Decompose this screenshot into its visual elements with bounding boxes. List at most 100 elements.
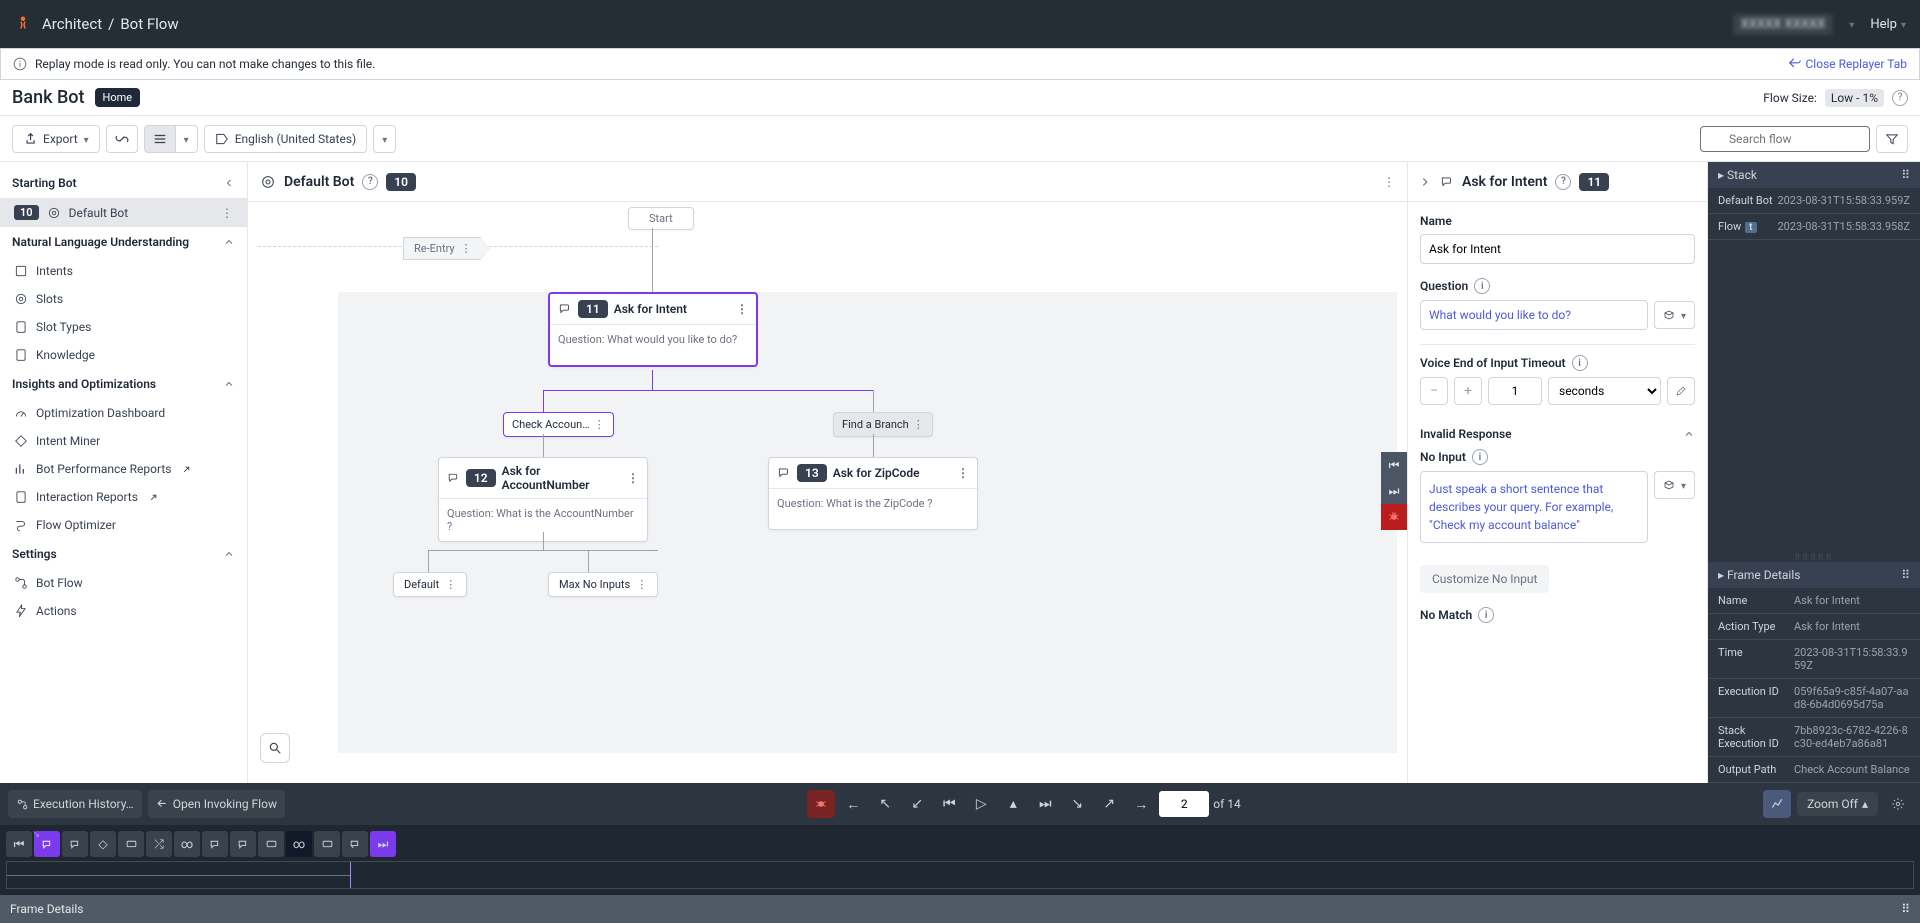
customize-no-input-button[interactable]: Customize No Input	[1420, 565, 1549, 593]
flow-size-help-icon[interactable]: ?	[1892, 90, 1908, 106]
canvas-body[interactable]: Start Re-Entry⋮ 11 Ask for Intent ⋮ Ques…	[248, 202, 1407, 783]
player-back-button[interactable]: ←	[839, 790, 867, 818]
frame-number-input[interactable]	[1159, 791, 1209, 817]
stack-grip-icon[interactable]: ⠿	[1901, 168, 1910, 182]
node-check-account[interactable]: Check Accoun…⋮	[503, 412, 614, 437]
timeline-step-8-icon[interactable]	[230, 831, 256, 857]
player-up-right-button[interactable]: ↗	[1095, 790, 1123, 818]
search-input[interactable]	[1700, 126, 1870, 152]
invalid-response-section[interactable]: Invalid Response	[1420, 419, 1695, 449]
zoom-off-button[interactable]: Zoom Off ▴	[1797, 792, 1878, 816]
question-expand-button[interactable]	[1654, 301, 1695, 329]
sidebar-item-bot-performance[interactable]: Bot Performance Reports	[0, 455, 247, 483]
sidebar-section-nlu[interactable]: Natural Language Understanding	[0, 227, 247, 257]
timeline-step-9-icon[interactable]	[258, 831, 284, 857]
timeout-edit-button[interactable]	[1667, 377, 1695, 405]
canvas-step-back-button[interactable]: ⏮	[1381, 452, 1407, 478]
player-play-button[interactable]: ▷	[967, 790, 995, 818]
timeout-minus-button[interactable]: −	[1420, 377, 1448, 405]
player-down-right-button[interactable]: ↘	[1063, 790, 1091, 818]
props-help-icon[interactable]: ?	[1555, 174, 1571, 190]
timeline-step-4-icon[interactable]	[118, 831, 144, 857]
breadcrumb-botflow[interactable]: Bot Flow	[120, 15, 178, 33]
player-settings-button[interactable]	[1884, 790, 1912, 818]
sidebar-section-settings[interactable]: Settings	[0, 539, 247, 569]
nomatch-help-icon[interactable]: i	[1478, 607, 1494, 623]
timeline-cursor[interactable]	[350, 862, 351, 888]
timeline-step-10-icon[interactable]: ∞	[286, 831, 312, 857]
sidebar-item-default-bot[interactable]: 10 Default Bot ⋮	[0, 198, 247, 227]
close-replayer-button[interactable]: Close Replayer Tab	[1788, 57, 1908, 71]
timeline-track[interactable]	[6, 861, 1914, 889]
node-menu-icon[interactable]: ⋮	[957, 466, 969, 480]
timeline-step-11-icon[interactable]	[314, 831, 340, 857]
sidebar-item-flow-optimizer[interactable]: Flow Optimizer	[0, 511, 247, 539]
node-max-no-inputs[interactable]: Max No Inputs⋮	[548, 572, 658, 597]
canvas-menu-icon[interactable]: ⋮	[1383, 175, 1395, 189]
frame-grip-icon[interactable]: ⠿	[1901, 568, 1910, 582]
name-input[interactable]	[1420, 234, 1695, 264]
bottom-grip-icon[interactable]: ⠿	[1901, 902, 1910, 916]
node-reentry[interactable]: Re-Entry⋮	[403, 237, 491, 260]
breadcrumb-architect[interactable]: Architect	[42, 15, 102, 33]
node-menu-icon[interactable]: ⋮	[736, 302, 748, 316]
question-input[interactable]: What would you like to do?	[1420, 300, 1648, 330]
sidebar-item-intents[interactable]: Intents	[0, 257, 247, 285]
player-speed-button[interactable]: ▴	[999, 790, 1027, 818]
timeline-step-back-icon[interactable]: ⏮	[6, 831, 32, 857]
canvas-step-fwd-button[interactable]: ⏭	[1381, 478, 1407, 504]
question-help-icon[interactable]: i	[1474, 278, 1490, 294]
open-invoking-flow-button[interactable]: Open Invoking Flow	[148, 790, 285, 818]
player-down-left-button[interactable]: ↙	[903, 790, 931, 818]
sidebar-item-menu-icon[interactable]: ⋮	[221, 206, 233, 220]
sidebar-item-intent-miner[interactable]: Intent Miner	[0, 427, 247, 455]
sidebar-item-actions[interactable]: Actions	[0, 597, 247, 625]
sidebar-item-interaction-reports[interactable]: Interaction Reports	[0, 483, 247, 511]
node-ask-account[interactable]: 12 Ask for AccountNumber ⋮ Question: Wha…	[438, 457, 648, 542]
timeline-step-6-icon[interactable]: ∞	[174, 831, 200, 857]
timeline-step-3-icon[interactable]: ◇	[90, 831, 116, 857]
execution-history-button[interactable]: Execution History…	[8, 790, 142, 818]
stack-row[interactable]: Flowt 2023-08-31T15:58:33.958Z	[1708, 214, 1920, 240]
no-input-hint[interactable]: Just speak a short sentence that describ…	[1420, 471, 1648, 543]
flow-size-value[interactable]: Low - 1%	[1825, 89, 1884, 107]
sidebar-item-knowledge[interactable]: Knowledge	[0, 341, 247, 369]
chart-toggle-button[interactable]	[1763, 790, 1791, 818]
node-ask-zip[interactable]: 13 Ask for ZipCode ⋮ Question: What is t…	[768, 457, 978, 530]
canvas-help-icon[interactable]: ?	[362, 174, 378, 190]
node-menu-icon[interactable]: ⋮	[627, 471, 639, 485]
frame-details-header[interactable]: ▸ Frame Details ⠿	[1708, 562, 1920, 588]
sidebar-item-bot-flow[interactable]: Bot Flow	[0, 569, 247, 597]
timeline-step-2-icon[interactable]	[62, 831, 88, 857]
stack-header[interactable]: ▸ Stack ⠿	[1708, 162, 1920, 188]
player-bug-button[interactable]	[807, 790, 835, 818]
node-ask-intent[interactable]: 11 Ask for Intent ⋮ Question: What would…	[548, 292, 758, 367]
player-up-left-button[interactable]: ↖	[871, 790, 899, 818]
timeout-unit-select[interactable]: seconds	[1548, 377, 1661, 405]
timeline-step-end-icon[interactable]: ⏭	[370, 831, 396, 857]
user-menu-chevron-icon[interactable]	[1849, 17, 1854, 32]
noinput-help-icon[interactable]: i	[1472, 449, 1488, 465]
list-view-button[interactable]	[144, 125, 175, 153]
user-chip[interactable]: XXXXX XXXXX	[1733, 14, 1834, 35]
canvas-zoom-button[interactable]	[260, 733, 290, 763]
sidebar-item-optimization-dashboard[interactable]: Optimization Dashboard	[0, 399, 247, 427]
bottom-label[interactable]: Frame Details	[10, 902, 83, 916]
timeout-plus-button[interactable]: +	[1454, 377, 1482, 405]
noinput-expand-button[interactable]	[1654, 471, 1695, 499]
sidebar-section-starting-bot[interactable]: Starting Bot	[0, 168, 247, 198]
canvas-bug-button[interactable]	[1381, 504, 1407, 530]
link-button[interactable]	[106, 125, 138, 153]
list-view-chevron[interactable]	[175, 125, 198, 153]
voice-help-icon[interactable]: i	[1572, 355, 1588, 371]
stack-row[interactable]: Default Bot 2023-08-31T15:58:33.959Z	[1708, 188, 1920, 214]
timeline-step-7-icon[interactable]	[202, 831, 228, 857]
help-button[interactable]: Help	[1870, 17, 1906, 32]
node-default[interactable]: Default⋮	[393, 572, 467, 597]
timeline-step-1-icon[interactable]: ↘	[34, 831, 60, 857]
sidebar-item-slot-types[interactable]: Slot Types	[0, 313, 247, 341]
player-skip-start-button[interactable]: ⏮	[935, 790, 963, 818]
timeline-step-12-icon[interactable]	[342, 831, 368, 857]
timeout-input[interactable]	[1488, 377, 1542, 405]
node-find-branch[interactable]: Find a Branch⋮	[833, 412, 933, 437]
